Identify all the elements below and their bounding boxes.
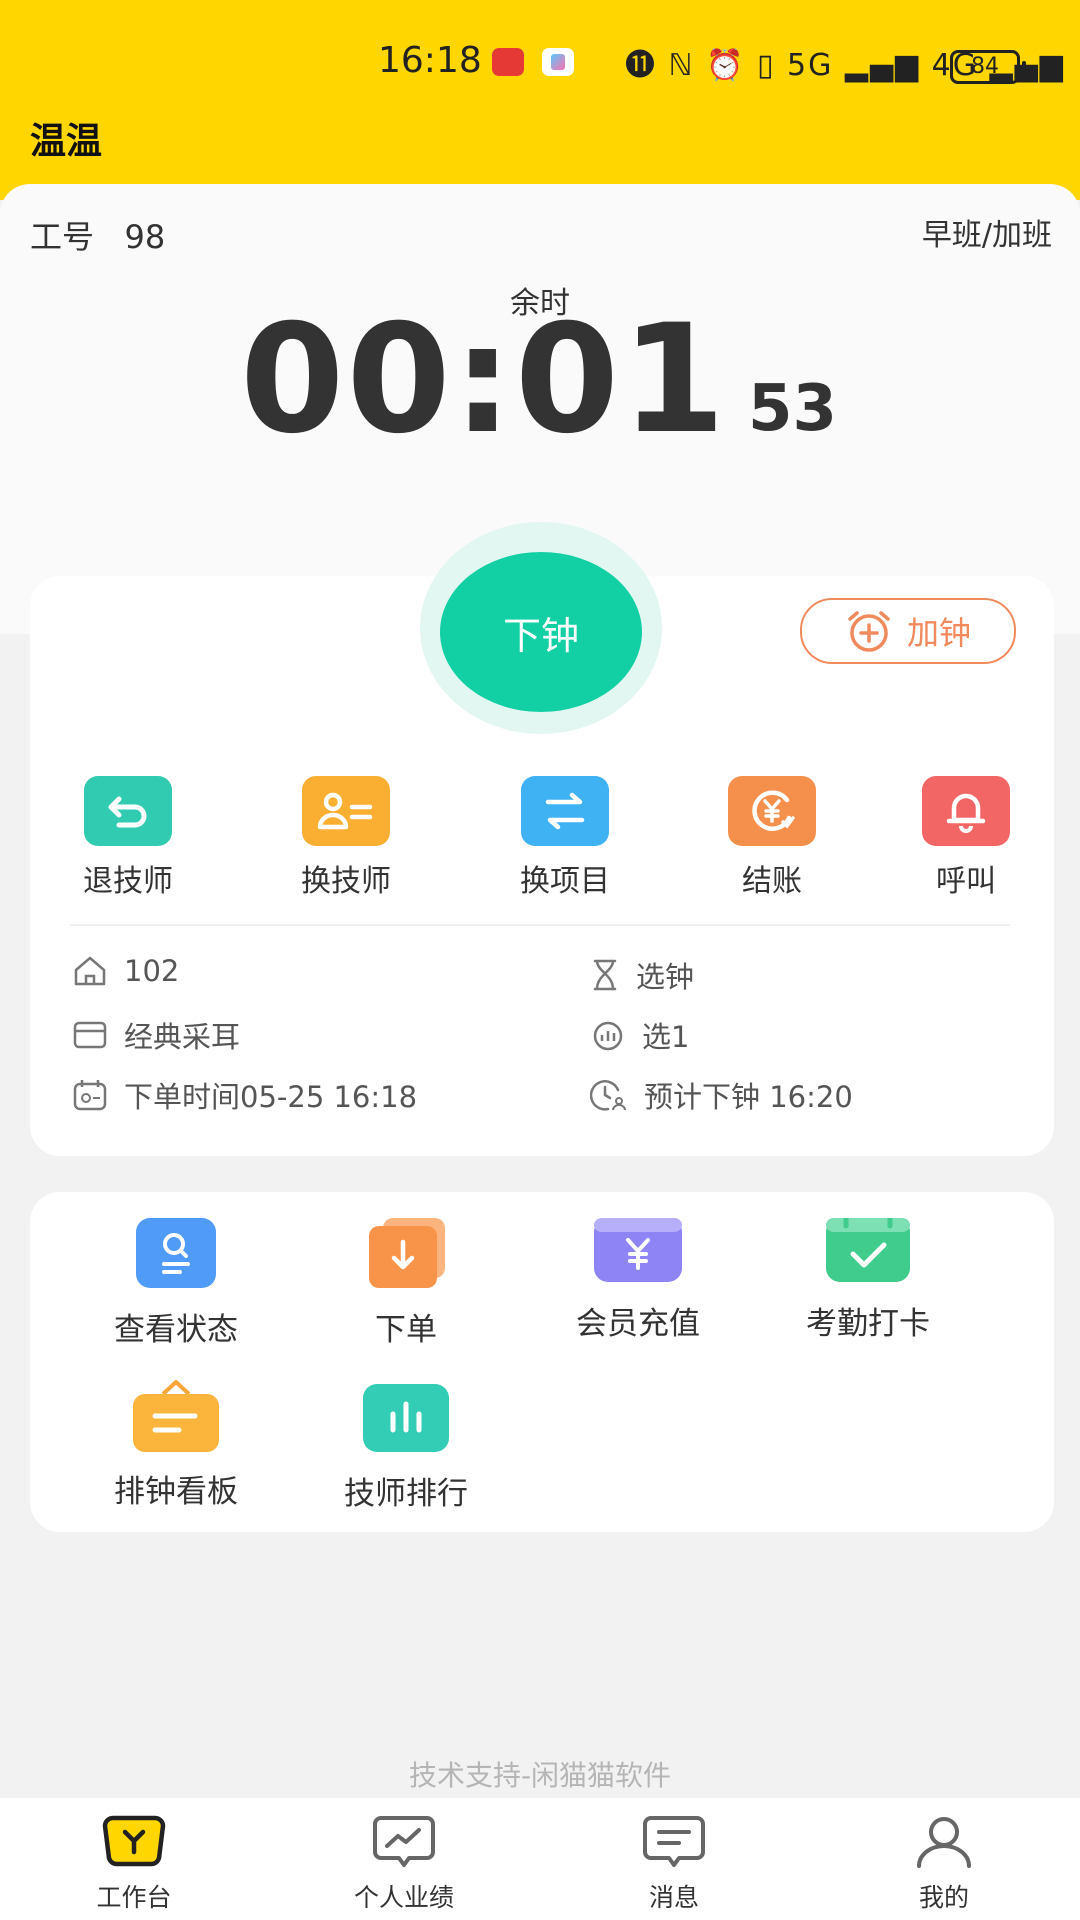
notification-app-icon: [542, 48, 574, 76]
workbench-icon: [102, 1815, 166, 1867]
quick-action-swap-project[interactable]: 换项目: [485, 776, 645, 900]
message-icon: [643, 1816, 705, 1867]
clock-type: 选钟: [636, 960, 695, 994]
quick-action-label: 换技师: [301, 864, 391, 899]
calendar-check-icon: [826, 1211, 910, 1282]
order-time: 下单时间05-25 16:18: [124, 1080, 418, 1114]
end-session-button[interactable]: 下钟: [440, 552, 642, 712]
selection-info: 选1: [590, 1014, 689, 1056]
profile-icon: [917, 1817, 971, 1868]
return-icon: [84, 776, 172, 846]
menu-item-schedule-board[interactable]: 排钟看板: [76, 1380, 276, 1511]
divider: [70, 924, 1010, 926]
quick-action-label: 换项目: [520, 864, 610, 899]
gauge-icon: [593, 1021, 623, 1051]
alarm-add-icon: [848, 611, 890, 652]
shift-label[interactable]: 早班/加班: [922, 210, 1052, 254]
room-number: 102: [124, 954, 180, 988]
add-time-label: 加钟: [906, 614, 971, 652]
nav-tab-messages[interactable]: 消息: [574, 1812, 774, 1914]
order-time-info: 下单时间05-25 16:18: [72, 1074, 417, 1116]
wallet-yen-icon: [594, 1218, 682, 1282]
clock-type-info: 选钟: [590, 954, 694, 996]
download-icon: [361, 1218, 451, 1288]
menu-item-label: 技师排行: [344, 1476, 468, 1512]
home-icon: [74, 956, 106, 986]
add-time-button[interactable]: 加钟: [800, 598, 1016, 664]
swap-person-icon: [302, 776, 390, 846]
service-info: 经典采耳: [72, 1014, 240, 1056]
employee-id: 工号 98: [30, 212, 165, 258]
nav-tab-label: 消息: [648, 1883, 699, 1912]
menu-item-place-order[interactable]: 下单: [306, 1218, 506, 1349]
bar-chart-icon: [363, 1384, 449, 1452]
board-icon: [131, 1380, 221, 1452]
bell-icon: [922, 776, 1010, 846]
menu-item-label: 下单: [375, 1312, 437, 1348]
menu-item-attendance[interactable]: 考勤打卡: [768, 1211, 968, 1343]
nav-tab-workbench[interactable]: 工作台: [34, 1812, 234, 1914]
remaining-seconds: 53: [748, 372, 838, 446]
menu-item-label: 排钟看板: [114, 1474, 238, 1510]
quick-action-checkout[interactable]: 结账: [692, 776, 852, 900]
nav-tab-profile[interactable]: 我的: [844, 1812, 1044, 1914]
quick-action-return-technician[interactable]: 退技师: [48, 776, 208, 900]
room-info: 102: [72, 954, 179, 988]
header: [0, 0, 1080, 200]
selection-value: 选1: [642, 1020, 690, 1054]
clock-person-icon: [590, 1080, 626, 1111]
nav-tab-label: 个人业绩: [353, 1883, 454, 1912]
expected-end-info: 预计下钟 16:20: [590, 1074, 853, 1116]
nav-tab-performance[interactable]: 个人业绩: [304, 1812, 504, 1914]
employee-id-label: 工号: [30, 218, 95, 256]
menu-item-label: 会员充值: [576, 1306, 700, 1342]
menu-item-technician-ranking[interactable]: 技师排行: [306, 1384, 506, 1513]
quick-action-swap-technician[interactable]: 换技师: [266, 776, 426, 900]
employee-id-value: 98: [124, 218, 166, 256]
notification-app-icon: [492, 48, 524, 76]
remaining-time: 00:01: [240, 293, 728, 467]
quick-action-call[interactable]: 呼叫: [886, 776, 1046, 900]
nav-tab-label: 工作台: [96, 1883, 172, 1912]
page-title: 温温: [30, 121, 103, 162]
search-doc-icon: [136, 1218, 216, 1288]
menu-item-label: 查看状态: [114, 1312, 238, 1348]
hourglass-icon: [593, 959, 617, 991]
service-name: 经典采耳: [124, 1020, 241, 1054]
quick-action-label: 结账: [742, 864, 802, 899]
menu-item-member-recharge[interactable]: 会员充值: [538, 1218, 738, 1343]
status-time: 16:18: [378, 40, 482, 81]
performance-icon: [373, 1816, 435, 1867]
menu-item-check-status[interactable]: 查看状态: [76, 1218, 276, 1349]
calendar-clock-icon: [73, 1080, 107, 1111]
menu-item-label: 考勤打卡: [806, 1306, 930, 1342]
checkout-yen-icon: [728, 776, 816, 846]
quick-action-label: 退技师: [83, 864, 173, 899]
quick-action-label: 呼叫: [936, 864, 996, 899]
card-icon: [73, 1021, 107, 1049]
swap-arrows-icon: [521, 776, 609, 846]
tech-support-note: 技术支持-闲猫猫软件: [408, 1759, 672, 1792]
expected-end-time: 预计下钟 16:20: [644, 1080, 853, 1114]
nav-tab-label: 我的: [918, 1883, 969, 1912]
battery-icon: 84: [950, 50, 1026, 84]
